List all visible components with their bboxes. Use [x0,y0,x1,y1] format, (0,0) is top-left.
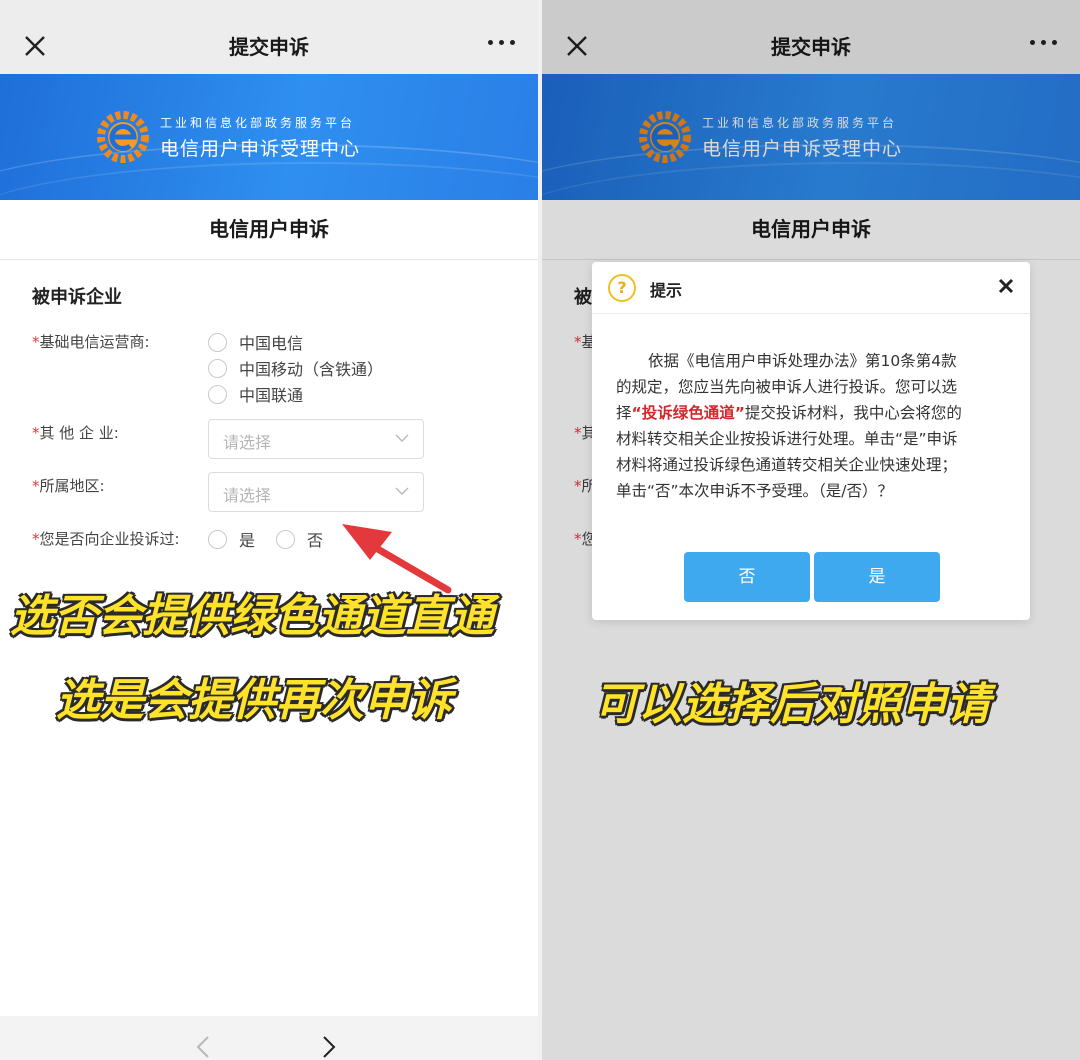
radio-china-unicom[interactable]: 中国联通 [208,382,303,406]
complained-label: *您是否向企业投诉过: [32,530,180,548]
more-icon[interactable] [488,40,516,48]
close-icon[interactable] [998,278,1014,294]
page-title: 提交申诉 [229,35,309,59]
radio-circle-icon [208,332,227,352]
banner-subtitle: 工业和信息化部政务服务平台 [160,116,356,130]
form-title: 电信用户申诉 [0,200,538,260]
bottom-nav-bar [0,1016,538,1060]
caption-line-3: 可以选择后对照申请 [594,679,990,730]
chevron-left-icon[interactable] [196,1036,210,1058]
dialog-header: ? 提示 [592,262,1030,314]
no-button[interactable]: 否 [684,552,810,602]
platform-banner: 工业和信息化部政务服务平台 电信用户申诉受理中心 [0,74,538,200]
chevron-down-icon [395,434,409,442]
section-title: 被申诉企业 [32,287,122,308]
region-select[interactable]: 请选择 [208,472,424,512]
radio-complained-no[interactable]: 否 [276,527,323,551]
dialog-message: 依据《电信用户申诉处理办法》第10条第4款 的规定，您应当先向被申诉人进行投诉。… [616,352,962,500]
platform-logo-icon [97,111,149,163]
screenshot-stage: 提交申诉 工业和信息化部政务服务平台 电信用户申诉受理中心 电信用户申诉 被申诉… [0,0,1080,1060]
right-phone-screen: 提交申诉 工业和信息化部政务服务平台 电信用户申诉受理中心 电信用户申诉 被 *… [542,0,1080,1060]
operator-label: *基础电信运营商: [32,333,150,351]
chevron-down-icon [395,487,409,495]
other-enterprise-select[interactable]: 请选择 [208,419,424,459]
banner-name: 电信用户申诉受理中心 [160,138,361,160]
radio-complained-yes[interactable]: 是 [208,527,255,551]
yes-button[interactable]: 是 [814,552,940,602]
question-icon: ? [608,274,636,302]
left-phone-screen: 提交申诉 工业和信息化部政务服务平台 电信用户申诉受理中心 电信用户申诉 被申诉… [0,0,538,1060]
radio-circle-icon [208,384,227,404]
radio-china-telecom[interactable]: 中国电信 [208,330,303,354]
green-channel-highlight: “投诉绿色通道” [631,404,745,422]
caption-line-2: 选是会提供再次申诉 [56,675,452,726]
other-enterprise-label: *其 他 企 业: [32,424,119,442]
radio-circle-icon [208,358,227,378]
dialog-title: 提示 [650,281,683,300]
region-label: *所属地区: [32,477,105,495]
chevron-right-icon[interactable] [322,1036,336,1058]
radio-circle-icon [276,529,295,549]
caption-line-1: 选否会提供绿色通道直通 [10,591,494,642]
prompt-dialog: ? 提示 依据《电信用户申诉处理办法》第10条第4款 的规定，您应当先向被申诉人… [592,262,1030,620]
radio-china-mobile[interactable]: 中国移动（含铁通） [208,356,383,380]
top-nav-bar: 提交申诉 [0,0,538,74]
radio-circle-icon [208,529,227,549]
